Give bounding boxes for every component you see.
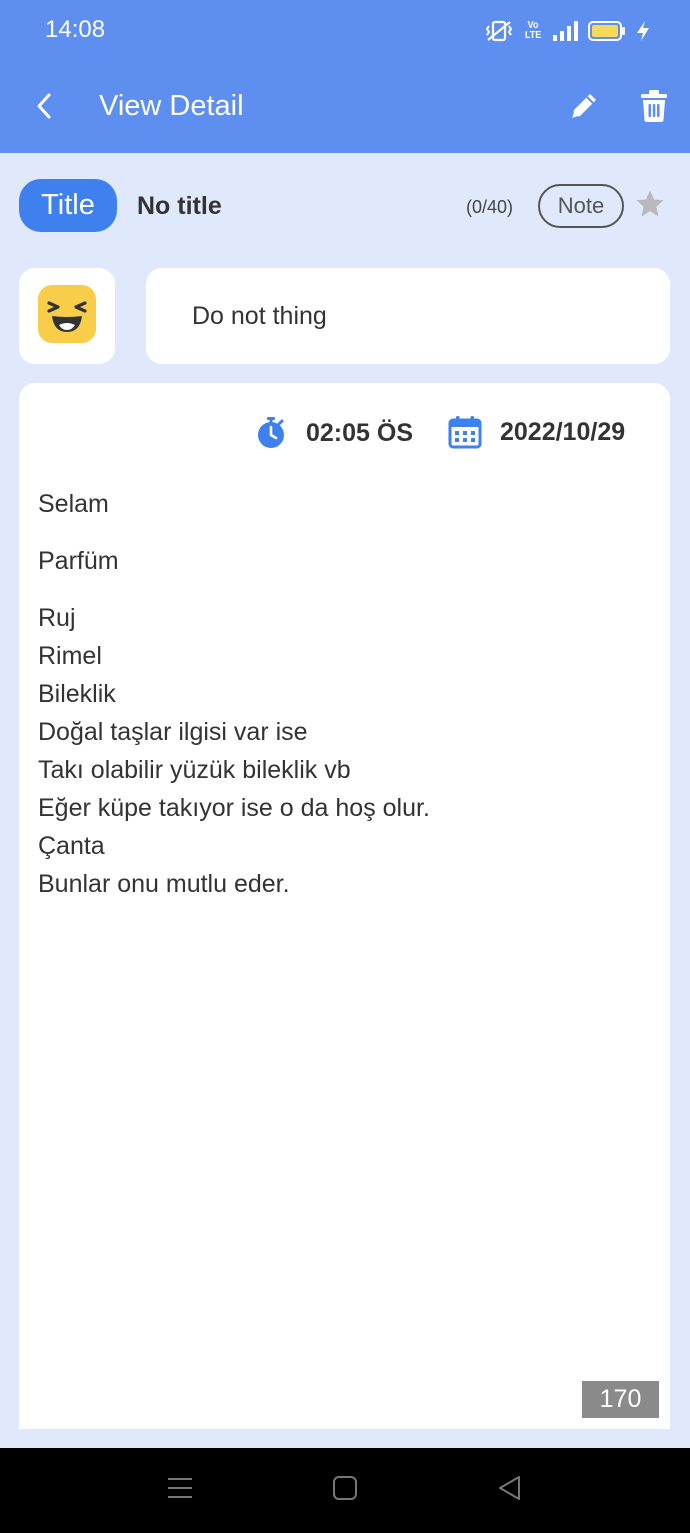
charging-icon [636, 20, 650, 42]
home-icon [332, 1475, 358, 1506]
page-title: View Detail [99, 90, 244, 122]
entry-title[interactable]: No title [137, 192, 222, 221]
pencil-icon [567, 89, 601, 128]
app-header: 14:08 Vo LTE View Detail [0, 0, 690, 153]
body-line: Çanta [38, 832, 105, 860]
back-button[interactable] [26, 88, 62, 128]
stopwatch-icon [256, 416, 286, 455]
back-triangle-icon [497, 1474, 523, 1507]
note-chip[interactable]: Note [538, 184, 624, 228]
body-line: Parfüm [38, 547, 119, 575]
system-nav-bar [0, 1448, 690, 1533]
body-line: Selam [38, 490, 109, 518]
entry-time[interactable]: 02:05 ÖS [306, 419, 413, 448]
body-paragraph: Selam [38, 485, 648, 523]
body-line: Doğal taşlar ilgisi var ise [38, 718, 308, 746]
body-line: Rimel [38, 642, 102, 670]
mood-emoji-button[interactable] [19, 268, 115, 364]
entry-date[interactable]: 2022/10/29 [500, 418, 625, 447]
entry-content-card: 02:05 ÖS 2022/10/29 Selam Parfüm Ruj Rim… [19, 383, 670, 1429]
edit-button[interactable] [564, 88, 604, 128]
body-line: Takı olabilir yüzük bileklik vb [38, 756, 351, 784]
body-line: Bileklik [38, 680, 116, 708]
mood-text: Do not thing [192, 302, 327, 330]
signal-icon [552, 20, 578, 42]
status-icons: Vo LTE [484, 18, 650, 44]
system-back-button[interactable] [486, 1468, 534, 1512]
battery-icon [588, 20, 626, 42]
body-paragraph: Parfüm [38, 542, 648, 580]
vibrate-icon [484, 20, 514, 42]
chevron-left-icon [34, 92, 54, 125]
body-paragraph: Ruj Rimel Bileklik Doğal taşlar ilgisi v… [38, 599, 648, 903]
body-line: Bunlar onu mutlu eder. [38, 870, 290, 898]
volte-bottom: LTE [524, 30, 542, 41]
calendar-icon [448, 415, 482, 454]
home-button[interactable] [321, 1468, 369, 1512]
entry-body[interactable]: Selam Parfüm Ruj Rimel Bileklik Doğal ta… [38, 485, 648, 922]
title-char-count: (0/40) [466, 197, 514, 217]
trash-icon [640, 89, 668, 128]
word-count-badge: 170 [582, 1381, 659, 1418]
menu-icon [166, 1475, 194, 1506]
body-line: Eğer küpe takıyor ise o da hoş olur. [38, 794, 430, 822]
title-badge[interactable]: Title [19, 179, 117, 232]
favorite-button[interactable] [634, 190, 666, 222]
body-line: Ruj [38, 604, 76, 632]
mood-text-card: Do not thing [146, 268, 670, 364]
recents-button[interactable] [156, 1468, 204, 1512]
star-icon [635, 189, 665, 224]
volte-icon: Vo LTE [525, 21, 541, 41]
status-time: 14:08 [45, 16, 106, 43]
laughing-emoji-icon [38, 284, 96, 348]
delete-button[interactable] [634, 86, 674, 130]
